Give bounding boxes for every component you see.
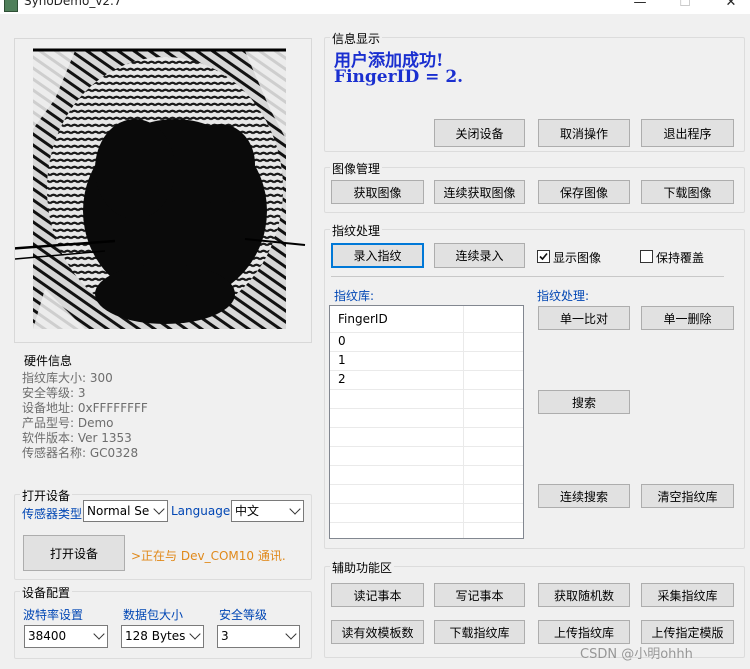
maximize-button[interactable]: ☐ — [670, 0, 700, 13]
list-item-empty — [330, 427, 523, 447]
checkmark-icon — [539, 252, 548, 261]
continuous-enroll-button[interactable]: 连续录入 — [434, 243, 525, 268]
list-item-empty — [330, 465, 523, 485]
upload-template-button[interactable]: 上传指定模版 — [641, 620, 734, 644]
security-level-select[interactable]: 3 — [217, 625, 300, 648]
list-header[interactable]: FingerID — [330, 306, 523, 333]
connection-status: >正在与 Dev_COM10 通讯. — [131, 549, 286, 563]
list-item[interactable]: 2 — [330, 370, 523, 390]
show-image-checkbox[interactable] — [537, 250, 550, 263]
chevron-down-icon — [289, 503, 301, 515]
fingerprint-processing-title: 指纹处理 — [330, 222, 383, 239]
sensor-type-label: 传感器类型 — [22, 507, 83, 521]
read-notepad-button[interactable]: 读记事本 — [331, 583, 424, 607]
list-item-empty — [330, 484, 523, 504]
continuous-search-button[interactable]: 连续搜索 — [538, 484, 630, 508]
app-icon — [4, 0, 18, 12]
list-item[interactable]: 0 — [330, 332, 523, 352]
exit-program-button[interactable]: 退出程序 — [641, 119, 734, 147]
cancel-operation-button[interactable]: 取消操作 — [538, 119, 630, 147]
auxiliary-functions-title: 辅助功能区 — [330, 559, 395, 576]
chevron-down-icon — [93, 628, 105, 640]
list-item-empty — [330, 389, 523, 409]
hardware-info-line: 传感器名称: GC0328 — [22, 446, 139, 460]
fingerprint-library-label: 指纹库: — [334, 289, 375, 303]
keep-overwrite-label: 保持覆盖 — [656, 251, 705, 265]
device-config-title: 设备配置 — [20, 584, 73, 601]
download-library-button[interactable]: 下载指纹库 — [434, 620, 525, 644]
show-image-label: 显示图像 — [553, 251, 602, 265]
open-device-title: 打开设备 — [20, 487, 73, 504]
packet-size-label: 数据包大小 — [123, 608, 184, 622]
single-match-button[interactable]: 单一比对 — [538, 306, 630, 330]
open-device-button[interactable]: 打开设备 — [23, 535, 125, 571]
minimize-button[interactable]: — — [625, 0, 655, 13]
read-valid-templates-button[interactable]: 读有效模板数 — [331, 620, 424, 644]
list-item-empty — [330, 503, 523, 523]
write-notepad-button[interactable]: 写记事本 — [434, 583, 525, 607]
divider — [331, 276, 724, 277]
close-device-button[interactable]: 关闭设备 — [434, 119, 525, 147]
fingerprint-list[interactable]: FingerID 0 1 2 — [329, 305, 524, 539]
info-display-title: 信息显示 — [330, 30, 383, 47]
fingerprint-processing-label: 指纹处理: — [537, 289, 590, 303]
continuous-get-image-button[interactable]: 连续获取图像 — [434, 180, 525, 204]
hardware-info-title: 硬件信息 — [24, 354, 73, 368]
fingerprint-image — [6, 39, 311, 342]
baud-rate-select[interactable]: 38400 — [24, 625, 108, 648]
chevron-down-icon — [153, 503, 165, 515]
column-header-fingerid: FingerID — [338, 312, 388, 326]
sensor-type-select[interactable]: Normal Ser — [83, 500, 168, 522]
watermark: CSDN @小明ohhh — [580, 647, 693, 662]
single-delete-button[interactable]: 单一删除 — [641, 306, 734, 330]
chevron-down-icon — [189, 628, 201, 640]
title-bar: SynoDemo_v2.7 — ☐ ✕ — [0, 0, 750, 14]
window-title: SynoDemo_v2.7 — [24, 0, 122, 8]
baud-rate-label: 波特率设置 — [23, 608, 84, 622]
keep-overwrite-checkbox[interactable] — [640, 250, 653, 263]
chevron-down-icon — [285, 628, 297, 640]
language-select[interactable]: 中文 — [231, 500, 304, 522]
collect-library-button[interactable]: 采集指纹库 — [641, 583, 734, 607]
get-image-button[interactable]: 获取图像 — [331, 180, 424, 204]
packet-size-select[interactable]: 128 Bytes — [121, 625, 204, 648]
security-level-label: 安全等级 — [219, 608, 268, 622]
search-button[interactable]: 搜索 — [538, 390, 630, 414]
fingerprint-image-panel — [6, 38, 312, 343]
close-button[interactable]: ✕ — [716, 0, 746, 13]
upload-library-button[interactable]: 上传指纹库 — [538, 620, 630, 644]
message-line-2: FingerID = 2. — [334, 67, 464, 87]
list-item-empty — [330, 446, 523, 466]
save-image-button[interactable]: 保存图像 — [538, 180, 630, 204]
enroll-fingerprint-button[interactable]: 录入指纹 — [331, 243, 424, 268]
language-label: Language — [171, 504, 231, 518]
list-item[interactable]: 1 — [330, 351, 523, 371]
get-random-number-button[interactable]: 获取随机数 — [538, 583, 630, 607]
list-item-empty — [330, 408, 523, 428]
clear-library-button[interactable]: 清空指纹库 — [641, 484, 734, 508]
image-management-title: 图像管理 — [330, 160, 383, 177]
download-image-button[interactable]: 下载图像 — [641, 180, 734, 204]
